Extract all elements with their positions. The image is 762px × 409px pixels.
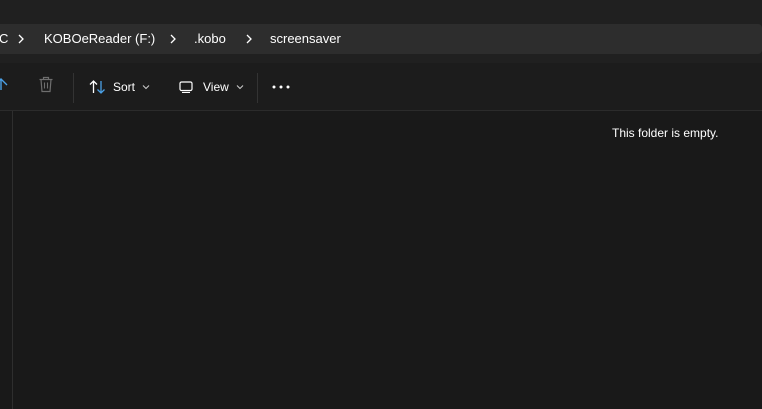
chevron-down-icon <box>236 84 244 90</box>
sort-icon <box>89 79 106 95</box>
share-icon <box>0 76 8 97</box>
toolbar-divider <box>73 73 74 103</box>
sort-label: Sort <box>113 79 136 94</box>
delete-button[interactable] <box>38 63 56 110</box>
more-icon <box>272 85 290 89</box>
chevron-right-icon[interactable] <box>243 24 255 54</box>
breadcrumb-item-screensaver[interactable]: screensaver <box>270 24 341 54</box>
breadcrumb-item-drive[interactable]: KOBOeReader (F:) <box>44 24 155 54</box>
delete-icon <box>38 76 54 98</box>
file-explorer-window: C KOBOeReader (F:) .kobo screensaver Sor… <box>0 0 762 409</box>
share-button[interactable] <box>0 63 10 110</box>
address-bar[interactable]: C KOBOeReader (F:) .kobo screensaver <box>0 24 762 54</box>
see-more-button[interactable] <box>272 63 292 110</box>
sort-button[interactable]: Sort <box>89 63 150 110</box>
file-list-area[interactable]: This folder is empty. <box>0 111 762 409</box>
breadcrumb-item-kobo[interactable]: .kobo <box>194 24 226 54</box>
chevron-right-icon[interactable] <box>167 24 179 54</box>
chevron-down-icon <box>142 84 150 90</box>
command-bar: Sort View <box>0 63 762 111</box>
navigation-pane-edge <box>12 111 13 409</box>
title-bar-strip <box>0 0 762 15</box>
empty-folder-message: This folder is empty. <box>612 126 719 140</box>
toolbar-divider <box>257 73 258 103</box>
chevron-right-icon[interactable] <box>15 24 27 54</box>
view-label: View <box>203 79 229 94</box>
breadcrumb-item-pc[interactable]: C <box>0 24 8 54</box>
address-row: C KOBOeReader (F:) .kobo screensaver <box>0 15 762 63</box>
view-button[interactable]: View <box>179 63 244 110</box>
view-icon <box>179 80 193 93</box>
